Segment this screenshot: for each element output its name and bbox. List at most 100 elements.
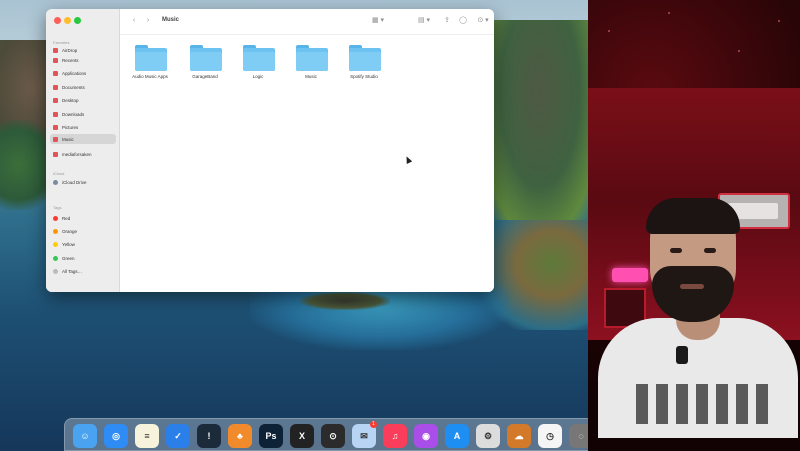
dock-app-tasks-icon[interactable]: ✓ [166,424,190,448]
sidebar-item-music[interactable]: Music [50,134,116,144]
share-icon[interactable]: ⇪ [442,17,452,25]
folder-item[interactable]: GarageBand [175,43,235,95]
document-icon [53,84,58,90]
sidebar-item-icloud-drive[interactable]: iCloud Drive [50,177,116,187]
sidebar-item-label: Green [62,255,75,261]
neon-sign [612,268,648,282]
dock-app-music-icon[interactable]: ♫ [383,424,407,448]
person-beard [652,266,734,322]
sidebar-item-applications[interactable]: Applications [50,68,116,78]
dock-app-notes-icon[interactable]: ≡ [135,424,159,448]
airdrop-icon [53,47,58,53]
dock-app-photoshop-icon[interactable]: Ps [259,424,283,448]
dock: ☺ ◎ ≡ ✓! ♣ Ps X ⊙ ✉ 1 ♫ ◉ A ⚙ ☁ ◷ ◌ [64,418,594,451]
sidebar-item-downloads[interactable]: Downloads [50,109,116,119]
sidebar-tag-yellow[interactable]: Yellow [50,239,116,249]
lapel-mic-icon [676,346,688,364]
dock-app-utility-icon[interactable]: ⊙ [321,424,345,448]
dock-app-finder-icon[interactable]: ☺ [73,424,97,448]
sidebar-item-label: Desktop [62,97,79,103]
dock-app-app-store-icon[interactable]: A [445,424,469,448]
clock-icon [53,57,58,63]
person-hair [646,198,740,234]
folder-label: Audio Music Apps [132,74,168,79]
sidebar-header-icloud: iCloud [53,171,65,176]
dock-app-exclaim-icon[interactable]: ! [197,424,221,448]
finder-toolbar: ‹ › Music ▦ ▾ ▤ ▾ ⇪ ◯ ⊙ ▾ [120,9,494,35]
folder-item[interactable]: Audio Music Apps [120,43,180,95]
person-eye [704,248,716,253]
dock-app-xcode-icon[interactable]: X [290,424,314,448]
sidebar-item-label: Pictures [62,124,79,130]
folder-icon [135,45,167,71]
sidebar-item-label: Red [62,215,71,221]
wallpaper-rock [300,292,390,310]
sidebar-item-label: Downloads [62,111,85,117]
dock-app-podcasts-icon[interactable]: ◉ [414,424,438,448]
sidebar-tag-all[interactable]: All Tags… [50,266,116,276]
minimize-button[interactable] [64,17,71,24]
dock-app-settings-icon[interactable]: ⚙ [476,424,500,448]
sidebar-tag-orange[interactable]: Orange [50,226,116,236]
chevron-right-icon[interactable]: › [144,17,152,25]
sidebar-item-label: iCloud Drive [62,179,87,185]
finder-content[interactable]: Audio Music Apps GarageBand Logic Music … [120,35,494,292]
grid-icon[interactable]: ▦ ▾ [370,17,386,25]
webcam-frame [588,88,800,438]
tag-color-dot [53,215,58,221]
finder-window[interactable]: Favorites AirDrop Recents Applications D… [46,9,494,292]
sidebar-item-recents[interactable]: Recents [50,55,116,65]
tag-icon[interactable]: ◯ [458,17,468,25]
cloud-icon [53,179,58,185]
applications-icon [53,70,58,76]
home-icon [53,151,58,157]
sidebar-item-label: Documents [62,84,85,90]
folder-icon [243,45,275,71]
folder-label: GarageBand [192,74,218,79]
folder-item[interactable]: Spotify Studio [334,43,394,95]
shirt-print [636,384,776,424]
sidebar-item-pictures[interactable]: Pictures [50,122,116,132]
dock-app-fl-studio-icon[interactable]: ♣ [228,424,252,448]
sidebar-item-label: Applications [62,70,87,76]
folder-icon [296,45,328,71]
sidebar-item-label: Recents [62,57,79,63]
sidebar-item-airdrop[interactable]: AirDrop [50,45,116,55]
view-options-icon[interactable]: ▤ ▾ [416,17,432,25]
sidebar-item-desktop[interactable]: Desktop [50,95,116,105]
ellipsis-icon[interactable]: ⊙ ▾ [476,17,490,25]
desktop-icon [53,97,58,103]
chevron-left-icon[interactable]: ‹ [130,17,138,25]
screen: Favorites AirDrop Recents Applications D… [0,0,800,451]
tag-color-dot [53,241,58,247]
close-button[interactable] [54,17,61,24]
sidebar-header-tags: Tags [53,205,62,210]
tag-color-dot [53,268,58,274]
tag-color-dot [53,255,58,261]
sidebar-item-documents[interactable]: Documents [50,82,116,92]
folder-label: Logic [252,74,264,79]
zoom-button[interactable] [74,17,81,24]
sidebar-item-label: Yellow [62,241,75,247]
download-icon [53,111,58,117]
dock-app-safari-icon[interactable]: ◎ [104,424,128,448]
person-mouth [680,284,704,289]
folder-item[interactable]: Music [281,43,341,95]
webcam-overlay [588,0,800,451]
person-eye [670,248,682,253]
folder-label: Spotify Studio [350,74,378,79]
desktop-wallpaper: Favorites AirDrop Recents Applications D… [0,0,588,451]
sidebar-item-label: All Tags… [62,268,83,274]
picture-icon [53,124,58,130]
music-icon [53,136,58,142]
dock-app-clock-icon[interactable]: ◷ [538,424,562,448]
folder-item[interactable]: Logic [228,43,288,95]
finder-sidebar: Favorites AirDrop Recents Applications D… [46,9,120,292]
sidebar-tag-red[interactable]: Red [50,213,116,223]
dock-app-cloud-icon[interactable]: ☁ [507,424,531,448]
sidebar-item-label: AirDrop [62,47,78,53]
sidebar-item-home[interactable]: mediaforsaken [50,149,116,159]
sidebar-tag-green[interactable]: Green [50,253,116,263]
folder-icon [349,45,381,71]
notification-badge: 1 [370,421,377,428]
